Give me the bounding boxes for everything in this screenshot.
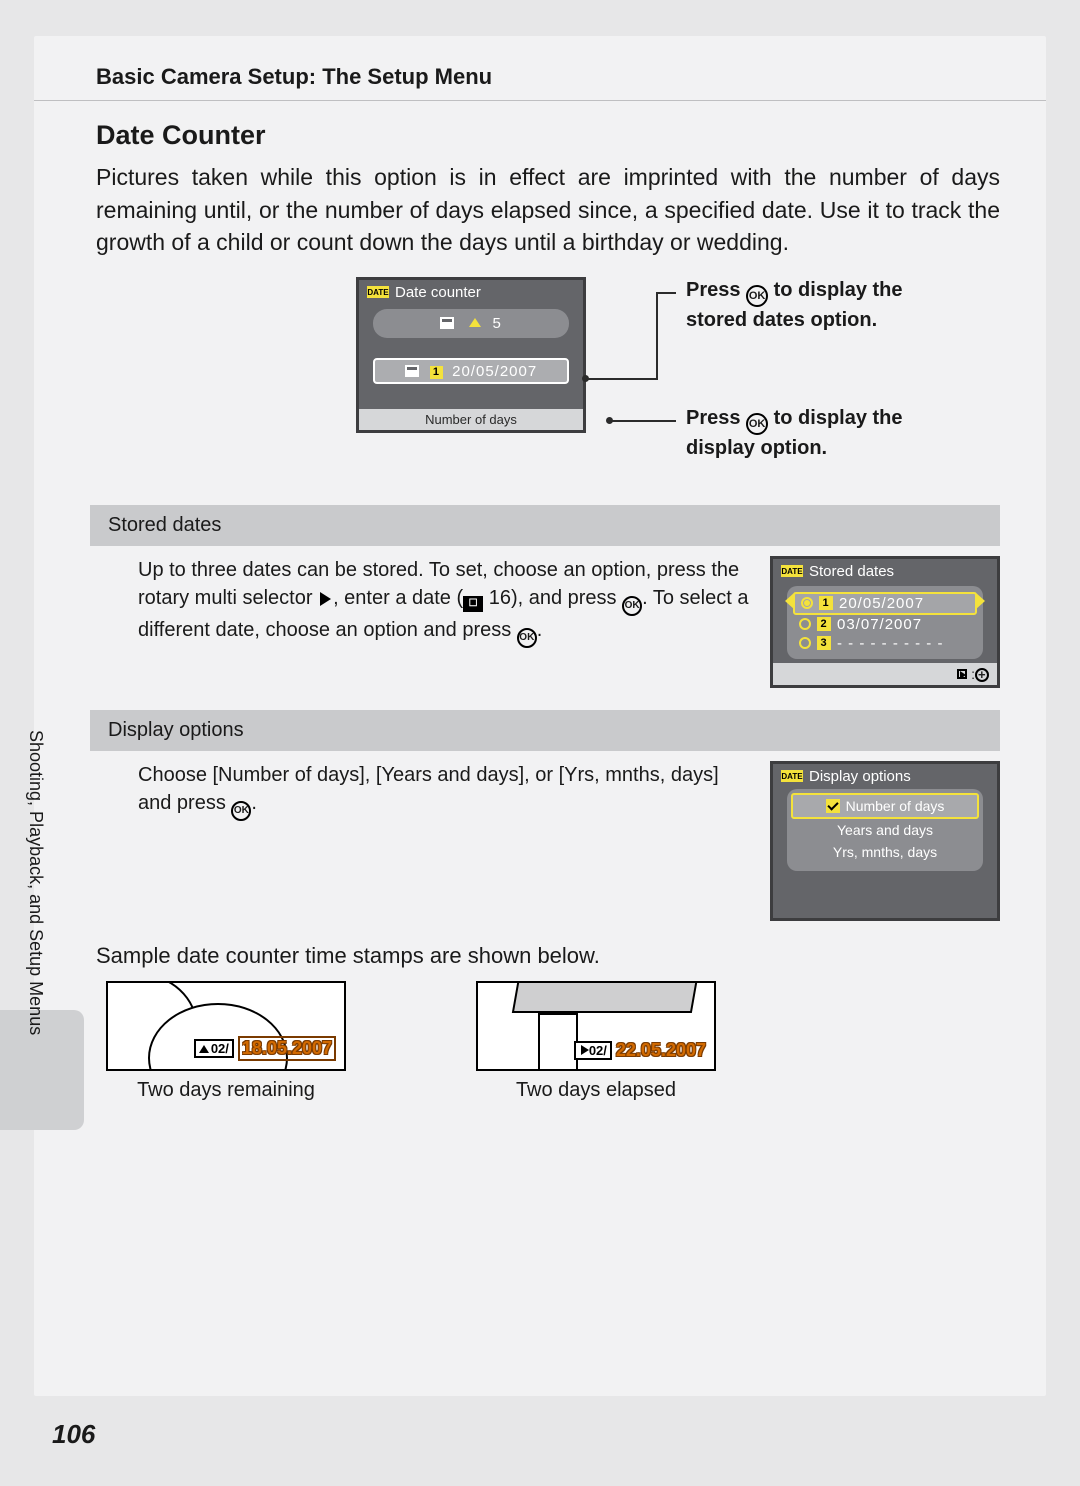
sample-column: 02/ 18.05.2007 Two days remaining bbox=[106, 981, 346, 1102]
display-paragraph: Choose [Number of days], [Years and days… bbox=[138, 761, 752, 821]
intro-paragraph: Pictures taken while this option is in e… bbox=[96, 161, 1000, 259]
lcd-date-counter: DATE Date counter 5 1 20/05/2007 Number … bbox=[356, 277, 586, 433]
date-badge-icon: DATE bbox=[781, 770, 803, 782]
ok-icon: OK bbox=[746, 285, 768, 307]
lcd-display-options: DATE Display options Number of days Year… bbox=[770, 761, 1000, 921]
date-stamp: 02/ 22.05.2007 bbox=[574, 1040, 706, 1061]
sample-caption: Two days elapsed bbox=[476, 1079, 716, 1102]
callout-stored: Press OK to display thestored dates opti… bbox=[686, 277, 903, 334]
content: Date Counter Pictures taken while this o… bbox=[96, 120, 1000, 1102]
slot-badge-icon: 3 bbox=[817, 636, 831, 650]
band-heading: Display options bbox=[90, 710, 1000, 751]
lcd-title-row: DATE Date counter bbox=[359, 280, 583, 309]
slot-badge-icon: 2 bbox=[817, 617, 831, 631]
ok-icon: OK bbox=[746, 413, 768, 435]
sample-thumbnail: 02/ 18.05.2007 bbox=[106, 981, 346, 1071]
sample-stamps: 02/ 18.05.2007 Two days remaining 02/ 22… bbox=[106, 981, 1000, 1102]
leader-line bbox=[656, 292, 676, 294]
stored-paragraph: Up to three dates can be stored. To set,… bbox=[138, 556, 752, 648]
lcd-title-row: DATE Stored dates bbox=[773, 559, 997, 584]
leader-line bbox=[656, 292, 658, 380]
lcd-mini-title: Display options bbox=[809, 768, 911, 785]
stamp-date: 18.05.2007 bbox=[238, 1036, 336, 1061]
radio-off-icon bbox=[799, 637, 811, 649]
radio-on-icon bbox=[801, 597, 813, 609]
stored-date-value: 20/05/2007 bbox=[839, 595, 924, 612]
stored-date-row: 1 20/05/2007 bbox=[793, 592, 977, 615]
lcd-stored-dates: DATE Stored dates 1 20/05/2007 bbox=[770, 556, 1000, 688]
lcd-padding bbox=[773, 877, 997, 911]
up-triangle-icon bbox=[469, 318, 481, 327]
lcd-title: Date counter bbox=[395, 284, 481, 301]
calendar-icon bbox=[405, 365, 419, 377]
lcd-date-row: 1 20/05/2007 bbox=[373, 358, 569, 384]
lcd-date-value: 20/05/2007 bbox=[452, 363, 537, 380]
breadcrumb: Basic Camera Setup: The Setup Menu bbox=[96, 64, 492, 90]
header-rule bbox=[34, 100, 1046, 101]
check-icon bbox=[826, 799, 840, 813]
section-body: Up to three dates can be stored. To set,… bbox=[138, 556, 1000, 688]
date-badge-icon: DATE bbox=[781, 565, 803, 577]
display-option-label: Yrs, mnths, days bbox=[833, 844, 937, 860]
stored-date-value: 03/07/2007 bbox=[837, 616, 922, 633]
stamp-date: 22.05.2007 bbox=[616, 1040, 706, 1061]
slot-badge-icon: 1 bbox=[430, 366, 443, 379]
display-option-item: Number of days bbox=[791, 793, 979, 819]
samples-intro: Sample date counter time stamps are show… bbox=[96, 943, 1000, 969]
manual-page: Basic Camera Setup: The Setup Menu Date … bbox=[0, 0, 1080, 1486]
section-body: Choose [Number of days], [Years and days… bbox=[138, 761, 1000, 921]
play-icon bbox=[957, 669, 967, 679]
leader-line bbox=[586, 378, 658, 380]
display-option-label: Number of days bbox=[846, 798, 945, 814]
leader-line bbox=[610, 420, 676, 422]
sample-thumbnail: 02/ 22.05.2007 bbox=[476, 981, 716, 1071]
date-badge-icon: DATE bbox=[367, 286, 389, 298]
band-heading: Stored dates bbox=[90, 505, 1000, 546]
slot-badge-icon: 1 bbox=[819, 596, 833, 610]
clock-plus-icon bbox=[975, 668, 989, 682]
ok-icon: OK bbox=[231, 801, 251, 821]
stored-date-value: - - - - - - - - - - bbox=[837, 635, 943, 652]
page-number: 106 bbox=[52, 1419, 95, 1450]
lcd-footer: Number of days bbox=[359, 409, 583, 430]
display-option-item: Yrs, mnths, days bbox=[791, 841, 979, 863]
ok-icon: OK bbox=[517, 628, 537, 648]
radio-off-icon bbox=[799, 618, 811, 630]
stored-dates-list: 1 20/05/2007 2 03/07/2007 3 - - - - - - … bbox=[787, 586, 983, 659]
section-stored-dates: Stored dates Up to three dates can be st… bbox=[96, 505, 1000, 688]
lcd-counter-band: 5 bbox=[373, 309, 569, 338]
stamp-chip: 02/ bbox=[194, 1039, 234, 1058]
right-triangle-icon bbox=[581, 1045, 589, 1055]
stored-date-row: 2 03/07/2007 bbox=[793, 615, 977, 634]
calendar-icon bbox=[440, 317, 454, 329]
sample-column: 02/ 22.05.2007 Two days elapsed bbox=[476, 981, 716, 1102]
lcd-footer: : bbox=[773, 663, 997, 685]
reference-icon: ☐ bbox=[463, 596, 483, 612]
stored-date-row: 3 - - - - - - - - - - bbox=[793, 634, 977, 653]
lcd-mini-title: Stored dates bbox=[809, 563, 894, 580]
up-triangle-icon bbox=[199, 1045, 209, 1053]
stamp-chip: 02/ bbox=[574, 1041, 612, 1060]
display-option-label: Years and days bbox=[837, 822, 933, 838]
lcd-counter-value: 5 bbox=[493, 315, 502, 332]
date-stamp: 02/ 18.05.2007 bbox=[194, 1036, 336, 1061]
section-display-options: Display options Choose [Number of days],… bbox=[96, 710, 1000, 921]
display-options-list: Number of days Years and days Yrs, mnths… bbox=[787, 789, 983, 871]
side-section-label: Shooting, Playback, and Setup Menus bbox=[22, 730, 46, 1090]
lcd-figure: DATE Date counter 5 1 20/05/2007 Number … bbox=[96, 277, 1000, 447]
section-heading: Date Counter bbox=[96, 120, 1000, 151]
lcd-title-row: DATE Display options bbox=[773, 764, 997, 789]
sample-caption: Two days remaining bbox=[106, 1079, 346, 1102]
ok-icon: OK bbox=[622, 596, 642, 616]
display-option-item: Years and days bbox=[791, 819, 979, 841]
callout-display: Press OK to display thedisplay option. bbox=[686, 405, 903, 462]
right-triangle-icon bbox=[320, 592, 331, 606]
